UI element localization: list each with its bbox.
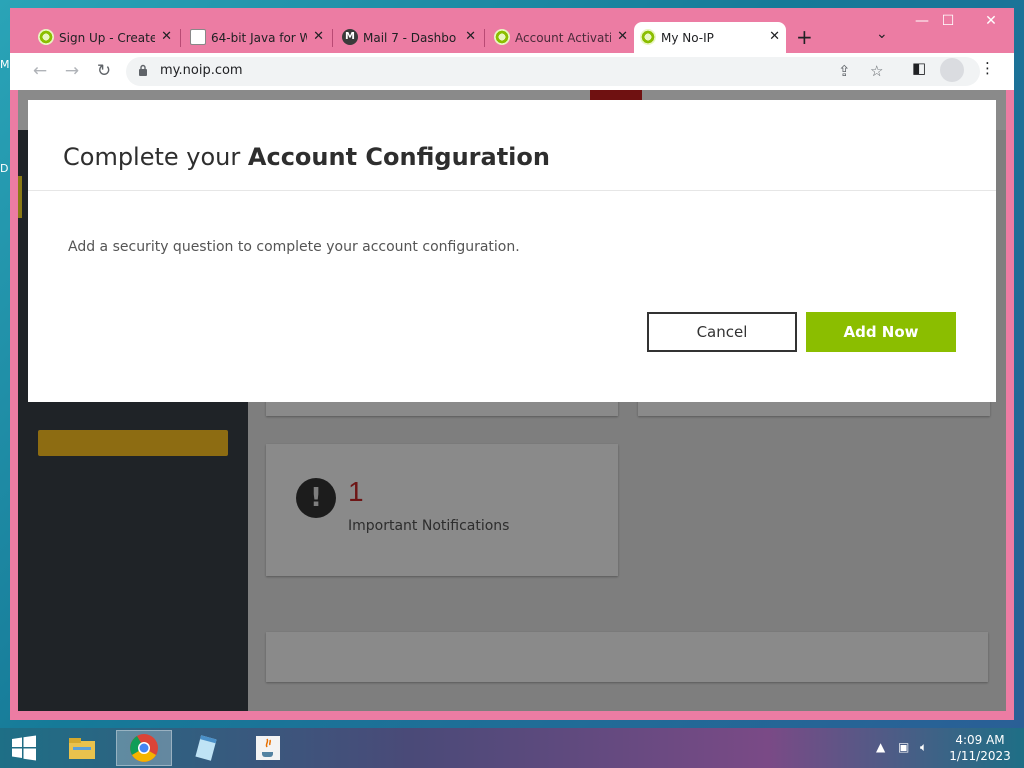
taskbar: ▲ ▣ 🔈︎ 4:09 AM 1/11/2023 [0,728,1024,768]
file-explorer-icon[interactable] [54,730,110,766]
tab-mail[interactable]: M Mail 7 - Dashbo ✕ [336,22,482,53]
modal-title: Complete your Account Configuration [63,143,550,171]
show-hidden-icons-icon[interactable]: ▲ [876,740,885,754]
notepad-icon[interactable] [178,730,234,766]
dashboard-card [266,632,988,682]
desktop-edge-label-m: M [0,58,10,71]
chevron-down-icon[interactable]: ⌄ [876,26,888,42]
star-icon[interactable]: ☆ [870,62,883,80]
reload-icon[interactable]: ↻ [92,59,116,83]
network-icon[interactable]: ▣ [898,740,909,754]
lock-icon [139,64,147,76]
modal-title-bold: Account Configuration [247,143,550,171]
sidebar-accent [18,176,22,218]
back-icon[interactable]: ← [28,59,52,83]
new-tab-button[interactable]: + [796,25,813,49]
notification-count: 1 [348,476,364,507]
header-accent [590,90,642,100]
support-button[interactable] [38,430,228,456]
notification-label: Important Notifications [348,518,510,534]
tab-title: Account Activati [515,30,611,45]
forward-icon[interactable]: → [60,59,84,83]
close-icon[interactable]: ✕ [617,29,628,44]
tab-separator [332,29,333,47]
java-icon[interactable] [240,730,296,766]
cancel-button[interactable]: Cancel [647,312,797,352]
tab-title: 64-bit Java for W [211,30,307,45]
system-clock[interactable]: 4:09 AM 1/11/2023 [944,732,1016,764]
noip-icon [640,29,656,45]
close-icon[interactable]: ✕ [161,29,172,44]
windows-logo-icon [12,735,36,761]
maximize-button[interactable]: ☐ [930,10,966,32]
clock-date: 1/11/2023 [949,749,1011,763]
modal-message: Add a security question to complete your… [68,239,520,255]
clock-time: 4:09 AM [955,733,1005,747]
modal-title-prefix: Complete your [63,143,241,171]
start-button[interactable] [0,730,48,766]
noip-icon [38,29,54,45]
close-icon[interactable]: ✕ [465,29,476,44]
side-panel-icon[interactable]: ◧ [912,59,926,77]
close-icon[interactable]: ✕ [313,29,324,44]
add-now-button[interactable]: Add Now [806,312,956,352]
browser-toolbar: ← → ↻ my.noip.com ⇪ ☆ ◧ ⋮ [10,53,1014,90]
desktop-edge-label-d: D [0,162,9,175]
browser-window: Sign Up - Create ✕ 64-bit Java for W ✕ M… [10,8,1014,720]
tab-sign-up[interactable]: Sign Up - Create ✕ [32,22,178,53]
close-icon[interactable]: ✕ [769,29,780,44]
tab-title: Mail 7 - Dashbo [363,30,457,45]
share-icon[interactable]: ⇪ [838,62,851,80]
profile-avatar[interactable] [940,58,964,82]
address-bar[interactable]: my.noip.com ⇪ ☆ [126,57,980,86]
modal-divider [28,190,996,191]
noip-icon [494,29,510,45]
tab-java[interactable]: 64-bit Java for W ✕ [184,22,330,53]
tab-my-noip[interactable]: My No-IP ✕ [634,22,786,53]
close-window-button[interactable]: ✕ [968,10,1014,32]
tab-separator [180,29,181,47]
mail-m-icon: M [342,29,358,45]
notifications-card[interactable]: ! 1 Important Notifications [266,444,618,576]
url-text: my.noip.com [160,63,243,78]
tab-title: Sign Up - Create [59,30,155,45]
doc-icon [190,29,206,45]
alert-icon: ! [296,478,336,518]
tab-title: My No-IP [661,30,714,45]
account-config-modal: Complete your Account Configuration Add … [28,100,996,402]
menu-icon[interactable]: ⋮ [980,59,995,77]
tab-account-activation[interactable]: Account Activati ✕ [488,22,634,53]
tab-separator [484,29,485,47]
volume-icon[interactable]: 🔈︎ [920,740,927,755]
tab-strip: Sign Up - Create ✕ 64-bit Java for W ✕ M… [10,8,1014,53]
chrome-icon[interactable] [116,730,172,766]
